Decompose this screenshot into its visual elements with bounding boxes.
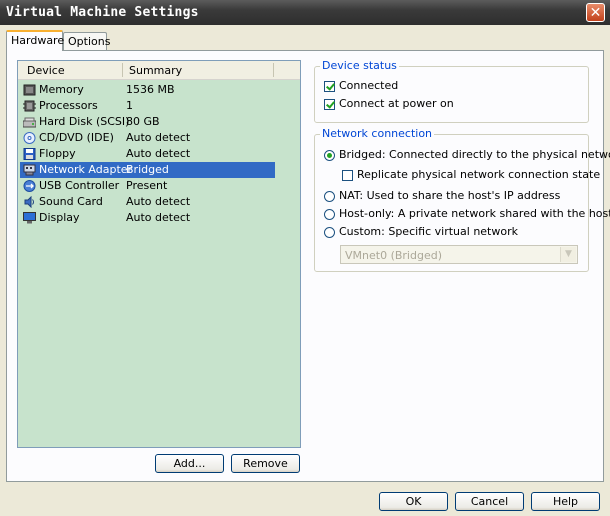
connect-at-power-on-checkbox[interactable]	[324, 99, 335, 110]
cd-dvd-icon	[23, 132, 36, 144]
chevron-down-icon[interactable]: ▼	[560, 247, 576, 262]
bridged-radio[interactable]	[324, 150, 335, 161]
list-item[interactable]: Floppy Auto detect	[20, 146, 275, 162]
floppy-icon	[23, 148, 36, 160]
list-item[interactable]: Processors 1	[20, 98, 275, 114]
custom-radio[interactable]	[324, 227, 335, 238]
device-status-group: Device status	[314, 59, 589, 123]
list-item[interactable]: USB Controller Present	[20, 178, 275, 194]
sound-card-icon	[24, 196, 34, 208]
usb-icon	[23, 180, 36, 192]
device-summary: Auto detect	[126, 131, 191, 144]
nat-label[interactable]: NAT: Used to share the host's IP address	[339, 189, 560, 202]
host-only-label[interactable]: Host-only: A private network shared with…	[339, 207, 610, 220]
device-list[interactable]: Device Summary Memory 1536 MB Processors…	[17, 60, 301, 448]
connect-at-power-on-label[interactable]: Connect at power on	[339, 97, 454, 110]
replicate-label[interactable]: Replicate physical network connection st…	[357, 168, 600, 181]
device-summary: 1536 MB	[126, 83, 175, 96]
cancel-button[interactable]: Cancel	[455, 492, 524, 511]
column-header-summary[interactable]: Summary	[129, 64, 182, 77]
list-item[interactable]: Sound Card Auto detect	[20, 194, 275, 210]
nat-radio[interactable]	[324, 191, 335, 202]
display-icon	[23, 212, 36, 224]
device-summary: Auto detect	[126, 147, 191, 160]
ok-button[interactable]: OK	[379, 492, 448, 511]
bridged-label[interactable]: Bridged: Connected directly to the physi…	[339, 148, 610, 161]
tab-hardware[interactable]: Hardware	[6, 30, 64, 51]
device-name: Memory	[39, 83, 84, 96]
remove-button[interactable]: Remove	[231, 454, 300, 473]
host-only-radio[interactable]	[324, 209, 335, 220]
title-bar: Virtual Machine Settings ✕	[0, 0, 610, 25]
connected-checkbox[interactable]	[324, 81, 335, 92]
list-item[interactable]: Network Adapter Bridged	[20, 162, 275, 178]
device-name: Network Adapter	[39, 163, 133, 176]
device-summary: Present	[126, 179, 168, 192]
device-name: CD/DVD (IDE)	[39, 131, 114, 144]
window-title: Virtual Machine Settings	[6, 5, 199, 20]
hard-disk-icon	[23, 117, 36, 128]
list-item[interactable]: CD/DVD (IDE) Auto detect	[20, 130, 275, 146]
processor-icon	[23, 100, 36, 112]
connected-label[interactable]: Connected	[339, 79, 398, 92]
tab-options[interactable]: Options	[63, 32, 110, 50]
device-name: Sound Card	[39, 195, 103, 208]
device-summary: Auto detect	[126, 211, 191, 224]
device-name: Hard Disk (SCSI)	[39, 115, 130, 128]
device-name: Floppy	[39, 147, 76, 160]
device-name: Processors	[39, 99, 98, 112]
device-status-legend: Device status	[320, 59, 399, 72]
help-button[interactable]: Help	[531, 492, 600, 511]
device-summary: 80 GB	[126, 115, 160, 128]
device-name: Display	[39, 211, 80, 224]
column-divider[interactable]	[122, 63, 123, 77]
list-header: Device Summary	[18, 61, 300, 80]
list-item[interactable]: Hard Disk (SCSI) 80 GB	[20, 114, 275, 130]
vmnet-select[interactable]: VMnet0 (Bridged) ▼	[340, 245, 578, 264]
device-summary: Auto detect	[126, 195, 191, 208]
device-summary: 1	[126, 99, 133, 112]
replicate-checkbox[interactable]	[342, 170, 353, 181]
network-connection-legend: Network connection	[320, 127, 435, 140]
column-header-device[interactable]: Device	[27, 64, 65, 77]
list-item[interactable]: Display Auto detect	[20, 210, 275, 226]
custom-label[interactable]: Custom: Specific virtual network	[339, 225, 518, 238]
network-adapter-icon	[23, 164, 36, 176]
column-divider[interactable]	[273, 63, 274, 77]
list-item[interactable]: Memory 1536 MB	[20, 82, 275, 98]
add-button[interactable]: Add...	[155, 454, 224, 473]
memory-icon	[23, 84, 36, 96]
device-name: USB Controller	[39, 179, 120, 192]
device-summary: Bridged	[126, 163, 169, 176]
vmnet-select-value: VMnet0 (Bridged)	[345, 249, 442, 262]
close-icon[interactable]: ✕	[586, 3, 605, 22]
